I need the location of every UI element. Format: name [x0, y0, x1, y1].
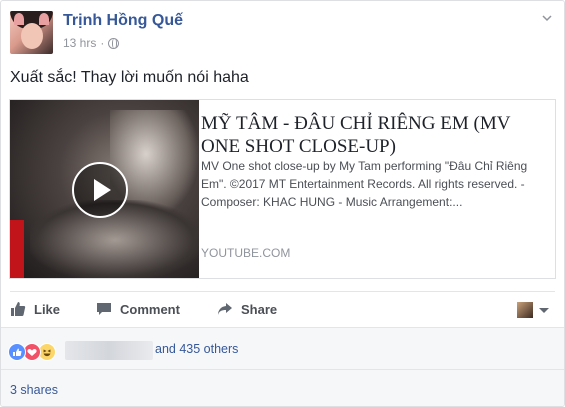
video-thumbnail[interactable] — [10, 100, 199, 278]
link-domain: YOUTUBE.COM — [201, 246, 291, 260]
shares-count[interactable]: 3 shares — [10, 383, 58, 397]
share-label: Share — [241, 301, 278, 317]
like-icon[interactable] — [8, 343, 26, 361]
action-bar: Like Comment Share — [10, 291, 555, 328]
comment-button[interactable]: Comment — [96, 301, 180, 317]
reactions-bar[interactable]: and 435 others — [1, 327, 564, 370]
post-card: Trịnh Hồng Quế 13 hrs · Xuất sắc! Thay l… — [0, 0, 565, 407]
link-preview[interactable]: MỸ TÂM - ĐÂU CHỈ RIÊNG EM (MV ONE SHOT C… — [9, 99, 556, 279]
author-avatar[interactable] — [10, 11, 53, 54]
share-button[interactable]: Share — [217, 301, 277, 317]
like-button[interactable]: Like — [10, 301, 60, 317]
like-label: Like — [34, 301, 61, 317]
shares-bar: 3 shares — [1, 369, 564, 406]
reactor-names-redacted[interactable] — [65, 341, 153, 360]
play-icon[interactable] — [72, 162, 128, 218]
post-timestamp[interactable]: 13 hrs — [63, 36, 96, 50]
link-title[interactable]: MỸ TÂM - ĐÂU CHỈ RIÊNG EM (MV ONE SHOT C… — [201, 112, 545, 158]
globe-icon[interactable] — [108, 37, 120, 49]
post-meta: 13 hrs · — [63, 36, 120, 50]
reactions-count[interactable]: and 435 others — [155, 342, 238, 356]
caret-down-icon[interactable] — [539, 308, 549, 313]
link-description: MV One shot close-up by My Tam performin… — [201, 159, 528, 209]
thumbs-up-icon — [11, 302, 26, 316]
meta-separator: · — [100, 36, 105, 50]
chevron-down-icon[interactable] — [542, 13, 552, 23]
viewer-avatar[interactable] — [517, 302, 533, 318]
author-name[interactable]: Trịnh Hồng Quế — [63, 12, 183, 30]
comment-icon — [97, 303, 111, 315]
share-icon — [218, 303, 232, 315]
post-text: Xuất sắc! Thay lời muốn nói haha — [10, 69, 249, 86]
comment-label: Comment — [120, 301, 180, 317]
